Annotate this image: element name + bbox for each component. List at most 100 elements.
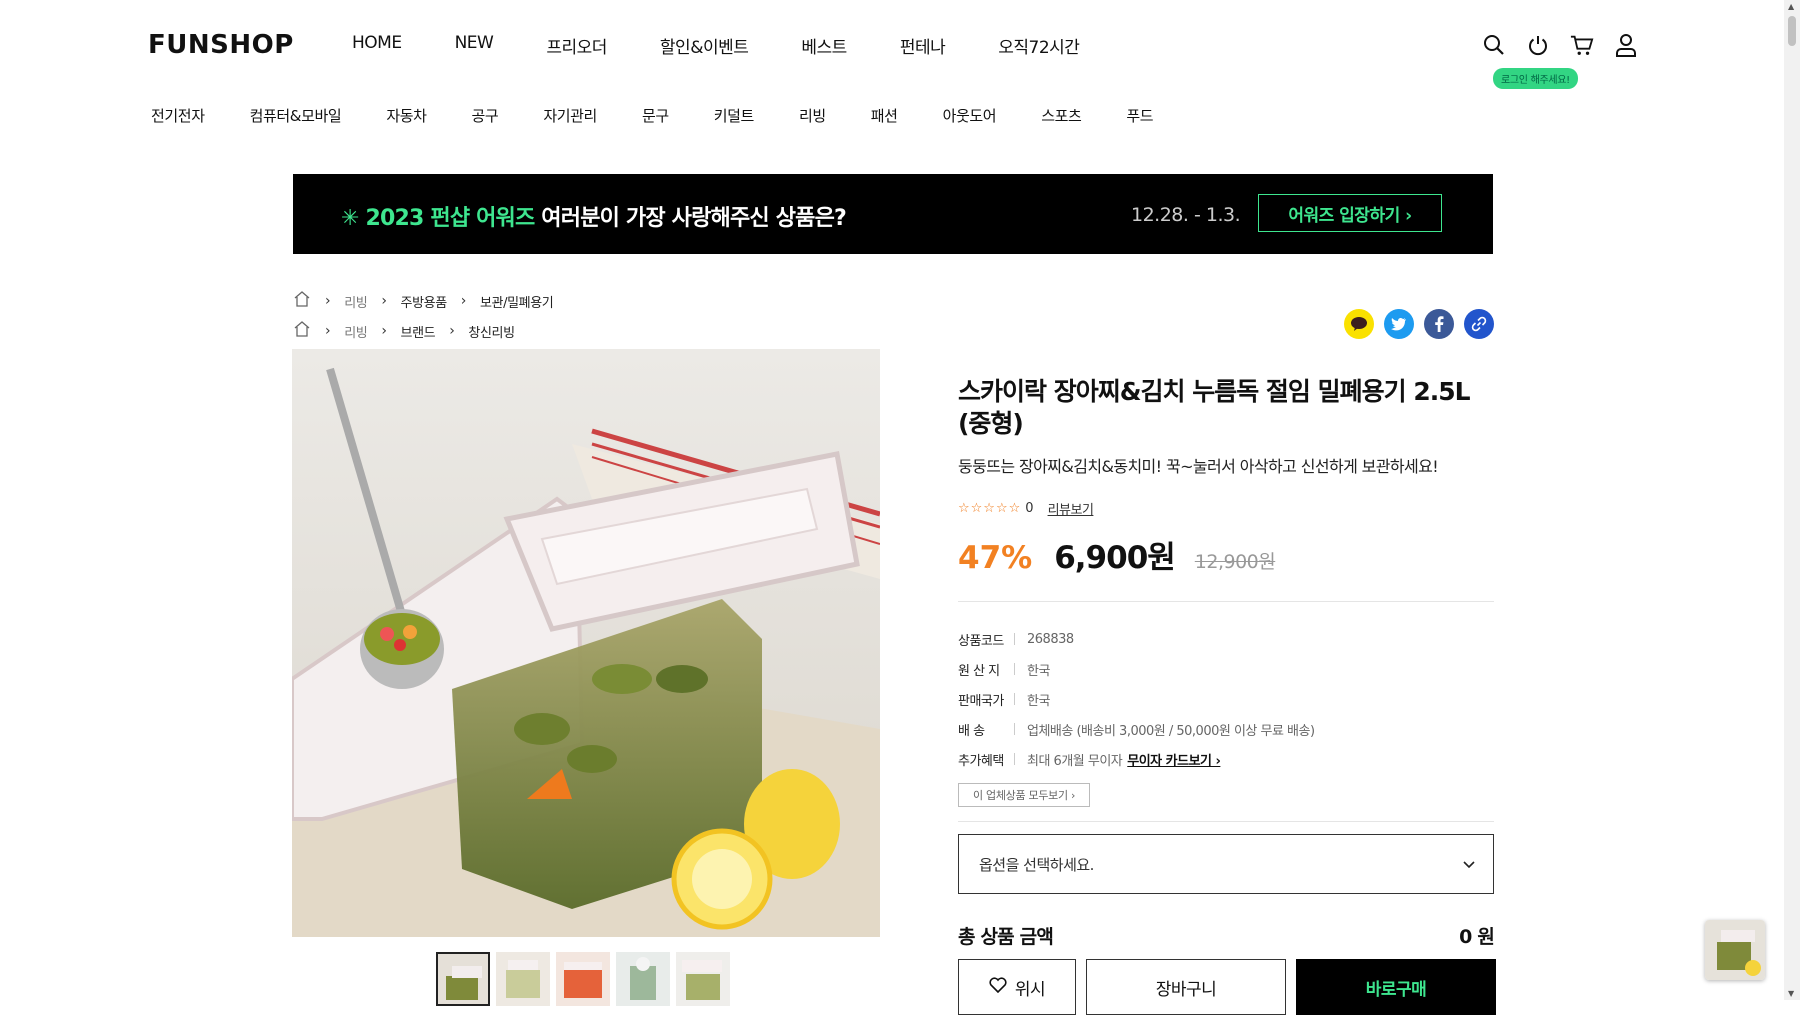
nav-home[interactable]: HOME	[352, 33, 402, 58]
awards-enter-button[interactable]: 어워즈 입장하기 ›	[1258, 194, 1442, 232]
category-computer-mobile[interactable]: 컴퓨터&모바일	[250, 105, 342, 126]
spec-label: 배 송	[958, 723, 985, 739]
facebook-icon[interactable]	[1424, 309, 1454, 339]
option-select[interactable]: 옵션을 선택하세요.	[958, 834, 1494, 894]
spec-value: 최대 6개월 무이자	[1027, 753, 1123, 769]
login-tooltip[interactable]: 로그인 해주세요!	[1493, 68, 1578, 89]
nav-sale-event[interactable]: 할인&이벤트	[660, 33, 749, 58]
awards-banner[interactable]: ✳ 2023 펀샵 어워즈 여러분이 가장 사랑해주신 상품은? 12.28. …	[293, 174, 1493, 254]
header-icons	[1482, 33, 1638, 57]
banner-headline: ✳ 2023 펀샵 어워즈 여러분이 가장 사랑해주신 상품은?	[341, 200, 847, 232]
breadcrumb-item[interactable]: 주방용품	[401, 292, 448, 311]
total-label: 총 상품 금액	[958, 926, 1054, 948]
search-icon[interactable]	[1482, 33, 1506, 57]
breadcrumb-item[interactable]: 보관/밀폐용기	[480, 292, 554, 311]
spec-label: 원 산 지	[958, 663, 1000, 679]
spec-label: 상품코드	[958, 633, 1004, 649]
nav-best[interactable]: 베스트	[801, 33, 847, 58]
thumbnail[interactable]	[676, 952, 730, 1006]
logo[interactable]: FUNSHOP	[148, 30, 294, 60]
category-electronics[interactable]: 전기전자	[151, 105, 205, 126]
thumbnail[interactable]	[436, 952, 490, 1006]
nav-only72[interactable]: 오직72시간	[998, 33, 1080, 58]
user-icon[interactable]	[1614, 33, 1638, 57]
thumbnail[interactable]	[496, 952, 550, 1006]
spec-label: 추가혜택	[958, 753, 1004, 769]
product-title: 스카이락 장아찌&김치 누름독 절임 밀폐용기 2.5L (중형)	[958, 377, 1471, 438]
rating-row: ☆☆☆☆☆ 0 리뷰보기	[958, 499, 1494, 518]
home-icon[interactable]	[293, 290, 311, 312]
spec-label: 판매국가	[958, 693, 1004, 709]
product-info: 스카이락 장아찌&김치 누름독 절임 밀폐용기 2.5L (중형) 둥둥뜨는 장…	[958, 376, 1495, 949]
original-price: 12,900원	[1194, 551, 1276, 573]
spec-list: 상품코드 268838 원 산 지 한국 판매국가 한국 배 송 업체배송 (배송비 3…	[958, 624, 1494, 774]
recent-product-thumbnail[interactable]	[1705, 920, 1765, 980]
add-to-cart-button[interactable]: 장바구니	[1086, 959, 1286, 1015]
purchase-buttons: 위시 장바구니 바로구매	[958, 959, 1496, 1015]
wish-button[interactable]: 위시	[958, 959, 1076, 1015]
sale-price: 6,900원	[1054, 540, 1176, 576]
nav-preorder[interactable]: 프리오더	[546, 33, 607, 58]
chevron-down-icon	[1463, 855, 1475, 873]
total-row: 총 상품 금액 0 원	[958, 922, 1495, 949]
scrollbar-thumb[interactable]	[1788, 16, 1796, 46]
breadcrumb: › 리빙 › 브랜드 › 창신리빙	[293, 320, 515, 342]
product-subtitle: 둥둥뜨는 장아찌&김치&동치미! 꾹~눌러서 아삭하고 신선하게 보관하세요!	[958, 457, 1439, 476]
category-tools[interactable]: 공구	[472, 105, 499, 126]
divider	[958, 601, 1494, 602]
banner-text: 여러분이 가장 사랑해주신 상품은?	[534, 206, 847, 231]
cart-icon[interactable]	[1570, 33, 1594, 57]
share-buttons	[1344, 309, 1494, 339]
spec-value: 업체배송 (배송비 3,000원 / 50,000원 이상 무료 배송)	[1027, 723, 1315, 739]
home-icon[interactable]	[293, 320, 311, 342]
category-self-care[interactable]: 자기관리	[543, 105, 597, 126]
link-icon[interactable]	[1464, 309, 1494, 339]
category-outdoor[interactable]: 아웃도어	[943, 105, 997, 126]
breadcrumb-item[interactable]: 브랜드	[401, 322, 436, 341]
option-placeholder: 옵션을 선택하세요.	[979, 855, 1094, 874]
main-nav: HOME NEW 프리오더 할인&이벤트 베스트 펀테나 오직72시간	[352, 33, 1132, 58]
breadcrumb-item[interactable]: 창신리빙	[468, 322, 515, 341]
spec-row: 원 산 지 한국	[958, 654, 1494, 684]
breadcrumb-item[interactable]: 리빙	[344, 292, 368, 311]
divider	[958, 821, 1494, 822]
spec-row: 배 송 업체배송 (배송비 3,000원 / 50,000원 이상 무료 배송)	[958, 714, 1494, 744]
category-kidult[interactable]: 키덜트	[714, 105, 755, 126]
discount-rate: 47%	[958, 540, 1033, 576]
product-main-image[interactable]	[292, 349, 880, 937]
banner-date: 12.28. - 1.3.	[1131, 204, 1241, 226]
wish-label: 위시	[1014, 979, 1046, 1000]
category-stationery[interactable]: 문구	[642, 105, 669, 126]
thumbnail[interactable]	[616, 952, 670, 1006]
kakaotalk-icon[interactable]	[1344, 309, 1374, 339]
category-fashion[interactable]: 패션	[871, 105, 898, 126]
star-rating: ☆☆☆☆☆	[958, 501, 1022, 516]
thumbnail-strip	[436, 952, 730, 1006]
scrollbar[interactable]: ▲ ▼	[1784, 0, 1800, 1000]
spec-row: 추가혜택 최대 6개월 무이자 무이자 카드보기 ›	[958, 744, 1494, 774]
category-food[interactable]: 푸드	[1126, 105, 1153, 126]
category-living[interactable]: 리빙	[799, 105, 826, 126]
power-icon[interactable]	[1526, 33, 1550, 57]
installment-card-link[interactable]: 무이자 카드보기 ›	[1127, 750, 1221, 769]
total-value: 0 원	[1459, 926, 1495, 948]
banner-prefix: ✳ 2023 펀샵 어워즈	[341, 206, 535, 231]
spec-row: 판매국가 한국	[958, 684, 1494, 714]
nav-funtenna[interactable]: 펀테나	[900, 33, 946, 58]
category-sports[interactable]: 스포츠	[1041, 105, 1082, 126]
spec-value: 한국	[1027, 663, 1050, 679]
buy-now-button[interactable]: 바로구매	[1296, 959, 1496, 1015]
breadcrumb-item[interactable]: 리빙	[344, 322, 368, 341]
category-car[interactable]: 자동차	[386, 105, 427, 126]
heart-icon	[989, 976, 1007, 998]
review-link[interactable]: 리뷰보기	[1048, 499, 1094, 518]
price-row: 47% 6,900원 12,900원	[958, 532, 1494, 577]
thumbnail[interactable]	[556, 952, 610, 1006]
category-nav: 전기전자 컴퓨터&모바일 자동차 공구 자기관리 문구 키덜트 리빙 패션 아웃…	[151, 105, 1198, 126]
spec-value: 268838	[1027, 631, 1074, 647]
vendor-products-button[interactable]: 이 업체상품 모두보기 ›	[958, 783, 1091, 807]
review-count: 0	[1025, 501, 1034, 516]
breadcrumb: › 리빙 › 주방용품 › 보관/밀폐용기	[293, 290, 554, 312]
twitter-icon[interactable]	[1384, 309, 1414, 339]
nav-new[interactable]: NEW	[455, 33, 494, 58]
